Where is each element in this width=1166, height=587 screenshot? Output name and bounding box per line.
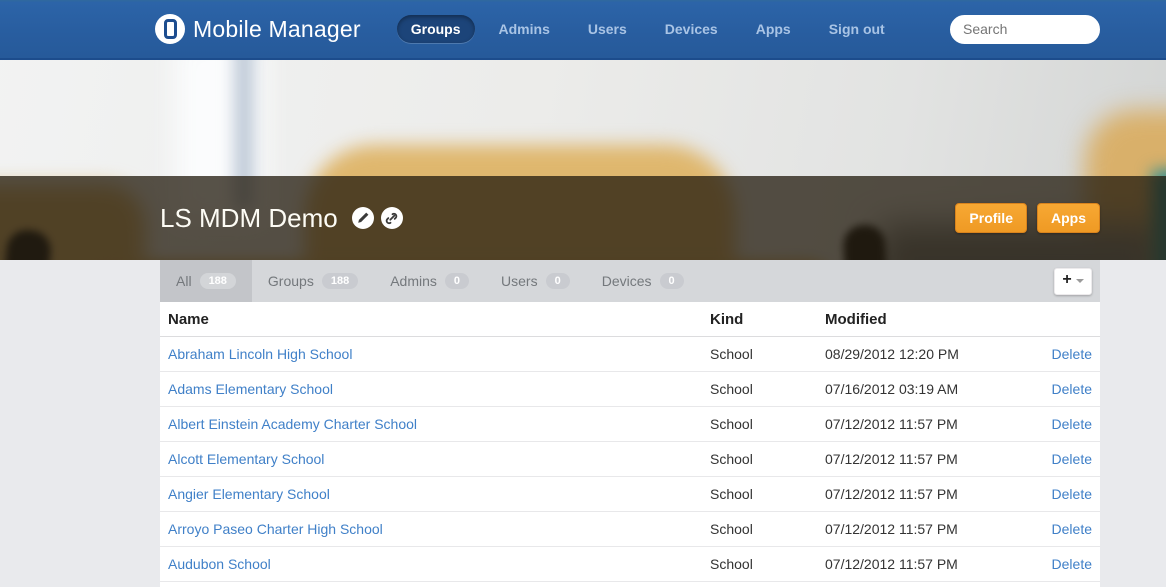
table-row: Angier Elementary School School 07/12/2012… [160,476,1100,512]
edit-pencil-icon[interactable] [351,207,374,229]
column-header-modified: Modified [817,302,1010,337]
group-name-link[interactable]: Adams Elementary School [168,381,333,397]
hero-banner: LS MDM Demo Profile Apps [0,60,1166,260]
tab-groups[interactable]: Groups 188 [252,260,374,302]
kind-cell: School [702,336,817,372]
kind-cell: School [702,546,817,582]
delete-link[interactable]: Delete [1052,451,1092,467]
delete-link[interactable]: Delete [1052,521,1092,537]
kind-cell: School [702,476,817,512]
delete-link[interactable]: Delete [1052,556,1092,572]
search-input[interactable] [950,14,1100,44]
tab-admins[interactable]: Admins 0 [374,260,485,302]
modified-cell: 07/12/2012 11:57 PM [817,441,1010,477]
group-name-link[interactable]: Angier Elementary School [168,486,330,502]
nav-item-admins[interactable]: Admins [485,15,564,43]
tab-count-badge: 0 [444,273,470,289]
tab-label: Admins [390,273,437,289]
delete-link[interactable]: Delete [1052,486,1092,502]
tab-all[interactable]: All 188 [160,260,252,302]
table-header-row: Name Kind Modified [160,302,1100,337]
column-header-name: Name [160,302,702,337]
nav-item-sign-out[interactable]: Sign out [815,15,899,43]
modified-cell: 07/12/2012 11:57 PM [817,511,1010,547]
kind-cell: School [702,441,817,477]
table-panel: Name Kind Modified Abraham Lincoln High … [160,302,1100,587]
tab-devices[interactable]: Devices 0 [586,260,700,302]
nav-item-devices[interactable]: Devices [651,15,732,43]
delete-link[interactable]: Delete [1052,416,1092,432]
tab-count-badge: 188 [199,273,236,289]
chevron-down-icon [1075,279,1084,283]
main-nav: Groups Admins Users Devices Apps Sign out [396,15,899,43]
group-name-link[interactable]: Abraham Lincoln High School [168,346,352,362]
add-item-button[interactable]: + [1054,267,1092,295]
modified-cell: 07/12/2012 11:57 PM [817,406,1010,442]
profile-button[interactable]: Profile [955,203,1027,233]
modified-cell: 07/12/2012 11:57 PM [817,546,1010,582]
top-navbar: Mobile Manager Groups Admins Users Devices A… [0,0,1166,60]
table-row: Audubon School School 07/12/2012 11:57 PM D… [160,546,1100,582]
delete-link[interactable]: Delete [1052,346,1092,362]
table-row: Adams Elementary School School 07/16/2012 … [160,371,1100,407]
table-row: Arroyo Paseo Charter High School School 07… [160,511,1100,547]
tab-label: Users [501,273,538,289]
delete-link[interactable]: Delete [1052,381,1092,397]
kind-cell: School [702,511,817,547]
kind-cell: School [702,371,817,407]
app-brand: Mobile Manager [155,14,361,44]
group-name-link[interactable]: Albert Einstein Academy Charter School [168,416,417,432]
hero-overlay: LS MDM Demo Profile Apps [0,176,1166,260]
plus-icon: + [1062,271,1072,288]
groups-table: Name Kind Modified Abraham Lincoln High … [160,302,1100,582]
nav-item-users[interactable]: Users [574,15,641,43]
tab-label: Groups [267,273,314,289]
tab-count-badge: 0 [659,273,684,289]
tab-count-badge: 188 [321,273,359,289]
entity-tabbar: All 188 Groups 188 Admins 0 Users 0 Devices 0 + [160,260,1100,302]
modified-cell: 07/16/2012 03:19 AM [817,371,1010,407]
modified-cell: 07/12/2012 11:57 PM [817,476,1010,512]
tab-count-badge: 0 [545,273,570,289]
tab-users[interactable]: Users 0 [485,260,586,302]
apps-button[interactable]: Apps [1037,203,1100,233]
group-name-link[interactable]: Alcott Elementary School [168,451,324,467]
column-header-kind: Kind [702,302,817,337]
page-title: LS MDM Demo [160,202,338,233]
app-title: Mobile Manager [193,15,361,42]
group-name-link[interactable]: Arroyo Paseo Charter High School [168,521,383,537]
mobile-manager-logo-icon [155,14,185,44]
group-name-link[interactable]: Audubon School [168,556,271,572]
table-row: Abraham Lincoln High School School 08/29/2… [160,336,1100,372]
modified-cell: 08/29/2012 12:20 PM [817,336,1010,372]
kind-cell: School [702,406,817,442]
tab-label: All [176,273,192,289]
link-icon[interactable] [380,207,403,229]
nav-item-apps[interactable]: Apps [742,15,805,43]
tab-label: Devices [601,273,652,289]
nav-item-groups[interactable]: Groups [396,15,475,43]
table-row: Alcott Elementary School School 07/12/2012… [160,441,1100,477]
table-row: Albert Einstein Academy Charter School Sc… [160,406,1100,442]
